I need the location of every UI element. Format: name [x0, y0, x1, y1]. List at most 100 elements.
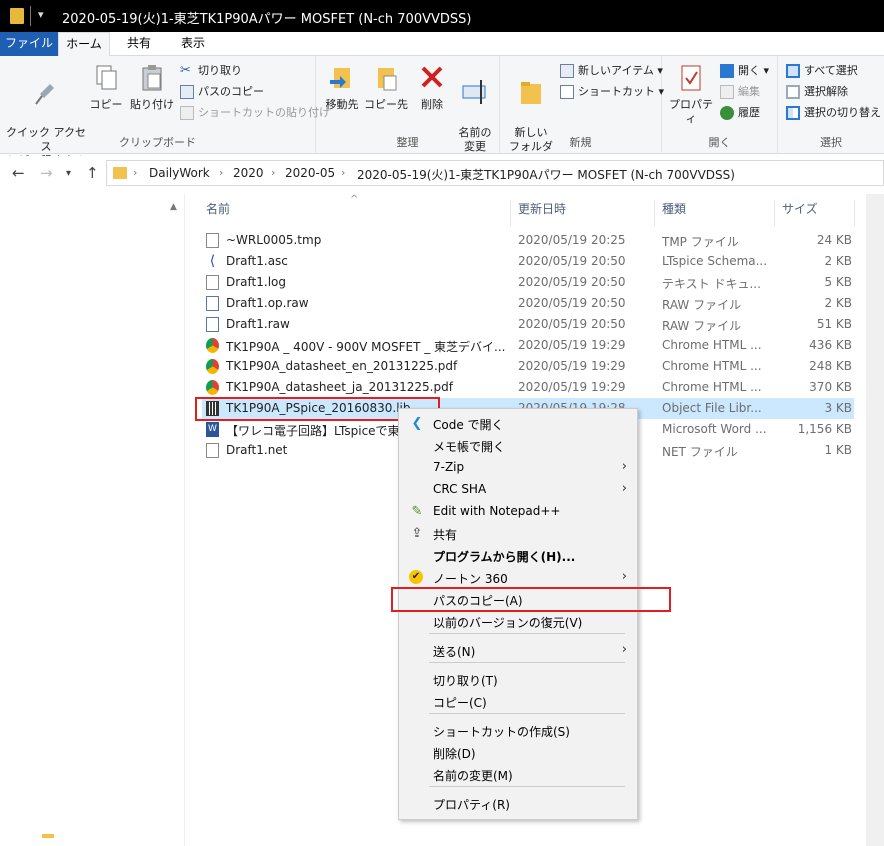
- open-icon: [720, 64, 734, 78]
- menu-item-label: ノートン 360: [433, 572, 508, 586]
- pin-quick-access-button[interactable]: クイック アクセス にピン留めする: [6, 62, 86, 168]
- tab-share[interactable]: 共有: [116, 32, 162, 56]
- scrollbar[interactable]: [866, 194, 884, 846]
- file-date: 2020/05/19 20:50: [518, 254, 626, 268]
- breadcrumb-item[interactable]: 2020-05-19(火)1-東芝TK1P90Aパワー MOSFET (N-ch…: [357, 166, 735, 183]
- text-file-icon: [206, 275, 219, 290]
- divider[interactable]: [774, 200, 775, 226]
- menu-item[interactable]: 切り取り(T): [399, 669, 637, 691]
- invert-selection-label: 選択の切り替え: [804, 106, 881, 119]
- edit-button[interactable]: 編集: [720, 83, 760, 101]
- ribbon: クイック アクセス にピン留めする コピー 貼り付け ✂切り取り パスのコピー …: [0, 56, 884, 167]
- menu-item[interactable]: CRC SHA ›: [399, 479, 637, 501]
- copy-path-button[interactable]: パスのコピー: [180, 83, 264, 101]
- file-type: Microsoft Word ...: [662, 422, 767, 436]
- back-arrow-icon[interactable]: ←: [12, 164, 25, 182]
- tab-home[interactable]: ホーム: [58, 32, 110, 57]
- table-row[interactable]: TK1P90A_datasheet_en_20131225.pdf 2020/05…: [202, 356, 854, 377]
- up-arrow-icon[interactable]: ↑: [86, 164, 99, 182]
- notepadpp-icon: ✎: [411, 504, 423, 519]
- file-type: RAW ファイル: [662, 319, 742, 333]
- divider[interactable]: [654, 200, 655, 226]
- menu-item[interactable]: プログラムから開く(H)...: [399, 545, 637, 567]
- table-row[interactable]: Draft1.op.raw 2020/05/19 20:50 RAW ファイル 2 K…: [202, 293, 854, 314]
- column-header-name[interactable]: 名前: [206, 200, 230, 217]
- file-size: 248 KB: [809, 359, 852, 373]
- breadcrumb-item[interactable]: 2020: [233, 166, 264, 180]
- shortcut-button[interactable]: ショートカット ▾: [560, 83, 664, 101]
- file-date: 2020/05/19 19:29: [518, 338, 626, 352]
- menu-item-label: 削除(D): [433, 747, 476, 761]
- open-button[interactable]: 開く ▾: [720, 62, 769, 80]
- blank-file-icon: [206, 233, 219, 248]
- menu-item[interactable]: 以前のバージョンの復元(V): [399, 611, 637, 633]
- paste-shortcut-button[interactable]: ショートカットの貼り付け: [180, 104, 330, 122]
- properties-button[interactable]: プロパティ: [666, 62, 716, 126]
- menu-item[interactable]: コピー(C): [399, 691, 637, 713]
- menu-item-label: コピー(C): [433, 696, 487, 710]
- new-group: 新しい フォルダー 新しいアイテム ▾ ショートカット ▾ 新規: [500, 56, 664, 167]
- file-size: 436 KB: [809, 338, 852, 352]
- menu-item[interactable]: 削除(D): [399, 742, 637, 764]
- file-name: ~WRL0005.tmp: [226, 233, 322, 247]
- breadcrumb-separator: ›: [341, 166, 346, 179]
- table-row[interactable]: Draft1.raw 2020/05/19 20:50 RAW ファイル 51 KB: [202, 314, 854, 335]
- menu-item[interactable]: 名前の変更(M): [399, 764, 637, 786]
- menu-item[interactable]: ショートカットの作成(S): [399, 720, 637, 742]
- breadcrumb-item[interactable]: DailyWork: [149, 166, 210, 180]
- column-header-size[interactable]: サイズ: [782, 200, 818, 217]
- table-row[interactable]: TK1P90A _ 400V - 900V MOSFET _ 東芝デバイ... 2…: [202, 335, 854, 356]
- new-item-button[interactable]: 新しいアイテム ▾: [560, 62, 663, 80]
- recent-chevron-down-icon[interactable]: ▾: [66, 168, 71, 179]
- select-none-button[interactable]: 選択解除: [786, 83, 848, 101]
- paste-shortcut-label: ショートカットの貼り付け: [198, 106, 330, 119]
- menu-item[interactable]: ✔ ノートン 360 ›: [399, 567, 637, 589]
- table-row[interactable]: ⟨ Draft1.asc 2020/05/19 20:50 LTspice Schem…: [202, 251, 854, 272]
- quick-access-dropdown-icon[interactable]: ▾: [38, 8, 44, 21]
- chevron-right-icon: ›: [621, 459, 627, 474]
- column-header-date[interactable]: 更新日時: [518, 200, 566, 217]
- new-folder-button[interactable]: 新しい フォルダー: [506, 62, 556, 168]
- history-icon: [720, 106, 734, 120]
- tab-file[interactable]: ファイル: [0, 32, 58, 56]
- menu-item[interactable]: メモ帳で開く: [399, 435, 637, 457]
- invert-selection-button[interactable]: 選択の切り替え: [786, 104, 881, 122]
- file-name: 【ワレコ電子回路】LTspiceで東: [226, 424, 400, 438]
- divider[interactable]: [854, 200, 855, 226]
- forward-arrow-icon[interactable]: →: [40, 164, 53, 182]
- navigation-pane[interactable]: ▲: [0, 194, 185, 846]
- menu-item[interactable]: ✎ Edit with Notepad++: [399, 501, 637, 523]
- column-header-type[interactable]: 種類: [662, 200, 686, 217]
- menu-item-label: 名前の変更(M): [433, 769, 513, 783]
- table-row[interactable]: ~WRL0005.tmp 2020/05/19 20:25 TMP ファイル 24 K…: [202, 230, 854, 251]
- history-button[interactable]: 履歴: [720, 104, 760, 122]
- delete-button[interactable]: 削除: [412, 62, 452, 112]
- paste-button[interactable]: 貼り付け: [128, 62, 176, 112]
- chevron-right-icon: ›: [621, 481, 627, 496]
- rename-icon: [461, 76, 489, 108]
- title-bar: ▾ 2020-05-19(火)1-東芝TK1P90Aパワー MOSFET (N-…: [0, 0, 884, 32]
- file-size: 51 KB: [816, 317, 852, 331]
- raw-file-icon: [206, 317, 219, 332]
- menu-item[interactable]: ⇪ 共有: [399, 523, 637, 545]
- scroll-up-icon[interactable]: ▲: [170, 202, 177, 212]
- tab-view[interactable]: 表示: [170, 32, 216, 56]
- copy-button[interactable]: コピー: [88, 62, 124, 112]
- move-to-button[interactable]: 移動先: [320, 62, 364, 112]
- table-row[interactable]: Draft1.log 2020/05/19 20:50 テキスト ドキュ... 5 K…: [202, 272, 854, 293]
- cut-button[interactable]: ✂ 切り取り: [180, 62, 242, 80]
- copy-to-button[interactable]: コピー先: [364, 62, 408, 112]
- menu-item[interactable]: ❮ Code で開く: [399, 413, 637, 435]
- ltspice-icon: ⟨: [209, 253, 216, 269]
- select-all-button[interactable]: すべて選択: [786, 62, 858, 80]
- breadcrumb-item[interactable]: 2020-05: [285, 166, 335, 180]
- divider[interactable]: [510, 200, 511, 226]
- menu-item[interactable]: 送る(N) ›: [399, 640, 637, 662]
- table-row[interactable]: TK1P90A_datasheet_ja_20131225.pdf 2020/05…: [202, 377, 854, 398]
- breadcrumb[interactable]: › DailyWork › 2020 › 2020-05 › 2020-05-1…: [106, 160, 884, 186]
- clipboard-group: クイック アクセス にピン留めする コピー 貼り付け ✂切り取り パスのコピー …: [0, 56, 330, 167]
- highlight-box: [391, 587, 671, 612]
- menu-item[interactable]: 7-Zip ›: [399, 457, 637, 479]
- copy-icon: [92, 62, 120, 94]
- menu-item[interactable]: プロパティ(R): [399, 793, 637, 815]
